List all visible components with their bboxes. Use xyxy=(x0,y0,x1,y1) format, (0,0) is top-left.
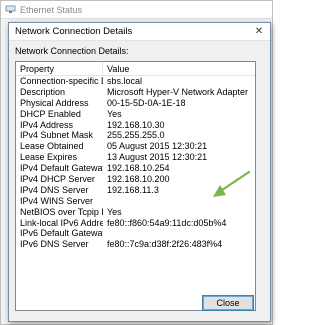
value-cell: 00-15-5D-0A-1E-18 xyxy=(107,97,186,108)
table-row[interactable]: IPv4 WINS Server xyxy=(16,196,255,207)
close-button[interactable]: Close xyxy=(202,295,254,311)
property-cell: Connection-specific DN... xyxy=(20,76,103,86)
table-row[interactable]: Physical Address 00-15-5D-0A-1E-18 xyxy=(16,98,255,109)
table-row[interactable]: IPv4 Address 192.168.10.30 xyxy=(16,120,255,131)
property-cell: IPv6 DNS Server xyxy=(20,239,89,250)
table-row[interactable]: Link-local IPv6 Address fe80::f860:54a9:1… xyxy=(16,218,255,229)
property-cell: Lease Expires xyxy=(20,152,78,163)
property-cell: DHCP Enabled xyxy=(20,108,81,119)
value-cell: fe80::7c9a:d38f:2f26:483f%4 xyxy=(107,239,223,250)
value-cell xyxy=(103,228,255,239)
listview-header: Property Value xyxy=(16,62,255,76)
screenshot-stage: Ethernet Status Se r up io ptio a Networ… xyxy=(0,0,273,325)
listview-rows: Connection-specific DN...sbs.localDescri… xyxy=(16,76,255,250)
property-cell: Description xyxy=(20,86,66,97)
table-row[interactable]: IPv6 DNS Server fe80::7c9a:d38f:2f26:483f… xyxy=(16,239,255,250)
value-cell: 192.168.10.254 xyxy=(107,163,170,174)
value-cell: Yes xyxy=(107,206,122,217)
dialog-title: Network Connection Details xyxy=(15,26,133,37)
property-cell: NetBIOS over Tcpip En... xyxy=(20,206,103,217)
value-cell: Yes xyxy=(107,108,122,119)
property-cell: IPv4 Default Gateway xyxy=(20,163,103,174)
value-cell: sbs.local xyxy=(107,76,143,86)
table-row[interactable]: IPv4 DHCP Server 192.168.10.200 xyxy=(16,174,255,185)
property-cell: IPv4 DHCP Server xyxy=(20,174,95,185)
column-header-value[interactable]: Value xyxy=(103,62,255,75)
network-connection-details-dialog: Network Connection Details ✕ Network Con… xyxy=(8,22,271,322)
table-row[interactable]: IPv4 Default Gateway 192.168.10.254 xyxy=(16,163,255,174)
value-cell: fe80::f860:54a9:11dc:d05b%4 xyxy=(107,217,227,228)
section-label: Network Connection Details: xyxy=(15,46,129,56)
value-cell: 192.168.11.3 xyxy=(107,184,159,195)
table-row[interactable]: Lease Expires 13 August 2015 12:30:21 xyxy=(16,152,255,163)
table-row[interactable]: IPv4 DNS Server 192.168.11.3 xyxy=(16,185,255,196)
table-row[interactable]: DHCP Enabled Yes xyxy=(16,109,255,120)
table-row[interactable]: Description Microsoft Hyper-V Network Ada… xyxy=(16,87,255,98)
ethernet-status-title: Ethernet Status xyxy=(20,4,83,15)
dialog-body: Network Connection Details: Property Val… xyxy=(9,41,270,321)
column-header-property[interactable]: Property xyxy=(16,62,103,75)
table-row[interactable]: Lease Obtained 05 August 2015 12:30:21 xyxy=(16,141,255,152)
network-icon xyxy=(5,5,16,14)
property-cell: IPv4 WINS Server xyxy=(20,195,94,206)
value-cell: Microsoft Hyper-V Network Adapter xyxy=(107,86,249,97)
value-cell: 192.168.10.30 xyxy=(107,119,165,130)
table-row[interactable]: Connection-specific DN... sbs.local xyxy=(16,76,255,87)
close-icon[interactable]: ✕ xyxy=(248,24,270,40)
property-cell: Lease Obtained xyxy=(20,141,84,152)
value-cell: 192.168.10.200 xyxy=(107,174,170,185)
table-row[interactable]: NetBIOS over Tcpip En... Yes xyxy=(16,207,255,218)
dialog-titlebar[interactable]: Network Connection Details ✕ xyxy=(9,23,270,41)
value-cell: 13 August 2015 12:30:21 xyxy=(107,152,208,163)
property-cell: Link-local IPv6 Address xyxy=(20,217,103,228)
property-cell: IPv6 Default Gateway xyxy=(20,228,103,239)
property-cell: Physical Address xyxy=(20,97,89,108)
value-cell: 05 August 2015 12:30:21 xyxy=(107,141,208,152)
ethernet-status-titlebar: Ethernet Status xyxy=(1,1,272,19)
details-listview[interactable]: Property Value Connection-specific DN...… xyxy=(15,61,256,311)
table-row[interactable]: IPv6 Default Gateway xyxy=(16,228,255,239)
value-cell: 255.255.255.0 xyxy=(107,130,165,141)
property-cell: IPv4 Subnet Mask xyxy=(20,130,94,141)
table-row[interactable]: IPv4 Subnet Mask 255.255.255.0 xyxy=(16,130,255,141)
value-cell xyxy=(103,196,255,207)
property-cell: IPv4 Address xyxy=(20,119,74,130)
property-cell: IPv4 DNS Server xyxy=(20,184,89,195)
